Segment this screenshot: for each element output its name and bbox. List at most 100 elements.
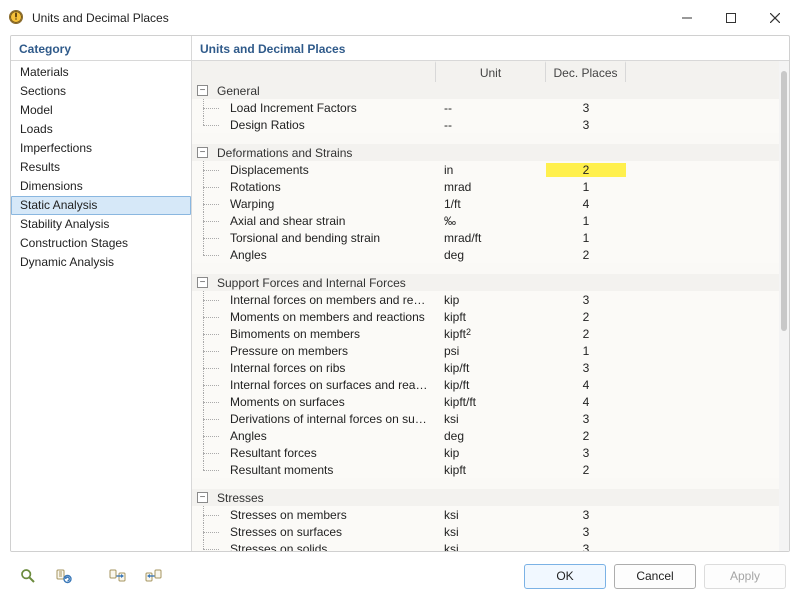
setting-row[interactable]: Stresses on surfacesksi3 (192, 523, 789, 540)
setting-unit[interactable]: kip/ft (436, 361, 546, 375)
category-item[interactable]: Model (11, 101, 191, 120)
setting-dec-places[interactable]: 1 (546, 344, 626, 358)
category-item[interactable]: Materials (11, 63, 191, 82)
group-header[interactable]: −Support Forces and Internal Forces (192, 274, 789, 291)
setting-dec-places[interactable]: 1 (546, 231, 626, 245)
setting-dec-places[interactable]: 3 (546, 361, 626, 375)
search-icon[interactable] (14, 563, 42, 589)
maximize-button[interactable] (716, 4, 746, 32)
group-header[interactable]: −Stresses (192, 489, 789, 506)
setting-unit[interactable]: deg (436, 429, 546, 443)
category-item[interactable]: Stability Analysis (11, 215, 191, 234)
setting-row[interactable]: Moments on surfaceskipft/ft4 (192, 393, 789, 410)
setting-row[interactable]: Torsional and bending strainmrad/ft1 (192, 229, 789, 246)
minimize-button[interactable] (672, 4, 702, 32)
group-header[interactable]: −Deformations and Strains (192, 144, 789, 161)
setting-dec-places[interactable]: 3 (546, 446, 626, 460)
setting-row[interactable]: Design Ratios--3 (192, 116, 789, 133)
setting-row[interactable]: Pressure on memberspsi1 (192, 342, 789, 359)
collapse-icon[interactable]: − (197, 85, 208, 96)
setting-dec-places[interactable]: 3 (546, 293, 626, 307)
setting-dec-places[interactable]: 2 (546, 163, 626, 177)
setting-row[interactable]: Moments on members and reactionskipft2 (192, 308, 789, 325)
setting-row[interactable]: Resultant momentskipft2 (192, 461, 789, 478)
category-list[interactable]: MaterialsSectionsModelLoadsImperfections… (11, 61, 191, 551)
setting-row[interactable]: Derivations of internal forces on surf…k… (192, 410, 789, 427)
setting-unit[interactable]: ‰ (436, 214, 546, 228)
setting-row[interactable]: Stresses on solidsksi3 (192, 540, 789, 551)
setting-row[interactable]: Rotationsmrad1 (192, 178, 789, 195)
setting-dec-places[interactable]: 1 (546, 214, 626, 228)
collapse-icon[interactable]: − (197, 147, 208, 158)
setting-unit[interactable]: kipft2 (436, 327, 546, 341)
setting-dec-places[interactable]: 2 (546, 327, 626, 341)
setting-unit[interactable]: kip (436, 446, 546, 460)
setting-row[interactable]: Anglesdeg2 (192, 246, 789, 263)
vertical-scrollbar[interactable] (779, 61, 789, 551)
category-item[interactable]: Sections (11, 82, 191, 101)
setting-row[interactable]: Displacementsin2 (192, 161, 789, 178)
setting-row[interactable]: Axial and shear strain‰1 (192, 212, 789, 229)
apply-button[interactable]: Apply (704, 564, 786, 589)
collapse-icon[interactable]: − (197, 277, 208, 288)
export-settings-icon[interactable] (140, 563, 168, 589)
setting-dec-places[interactable]: 2 (546, 310, 626, 324)
setting-unit[interactable]: ksi (436, 508, 546, 522)
category-item[interactable]: Construction Stages (11, 234, 191, 253)
setting-unit[interactable]: kip (436, 293, 546, 307)
setting-dec-places[interactable]: 3 (546, 412, 626, 426)
ok-button[interactable]: OK (524, 564, 606, 589)
setting-unit[interactable]: 1/ft (436, 197, 546, 211)
setting-dec-places[interactable]: 3 (546, 101, 626, 115)
scrollbar-thumb[interactable] (781, 71, 787, 331)
category-item[interactable]: Dynamic Analysis (11, 253, 191, 272)
setting-unit[interactable]: kip/ft (436, 378, 546, 392)
category-item[interactable]: Static Analysis (11, 196, 191, 215)
setting-dec-places[interactable]: 4 (546, 395, 626, 409)
setting-dec-places[interactable]: 3 (546, 542, 626, 552)
setting-unit[interactable]: ksi (436, 412, 546, 426)
setting-row[interactable]: Warping1/ft4 (192, 195, 789, 212)
collapse-icon[interactable]: − (197, 492, 208, 503)
setting-row[interactable]: Internal forces on members and reacti…ki… (192, 291, 789, 308)
setting-dec-places[interactable]: 2 (546, 463, 626, 477)
setting-dec-places[interactable]: 3 (546, 525, 626, 539)
setting-unit[interactable]: psi (436, 344, 546, 358)
group-header[interactable]: −General (192, 82, 789, 99)
cancel-button[interactable]: Cancel (614, 564, 696, 589)
setting-dec-places[interactable]: 4 (546, 197, 626, 211)
setting-row[interactable]: Stresses on membersksi3 (192, 506, 789, 523)
setting-row[interactable]: Bimoments on memberskipft22 (192, 325, 789, 342)
setting-row[interactable]: Load Increment Factors--3 (192, 99, 789, 116)
defaults-icon[interactable] (50, 563, 78, 589)
setting-unit[interactable]: mrad (436, 180, 546, 194)
category-item[interactable]: Loads (11, 120, 191, 139)
setting-unit[interactable]: ksi (436, 542, 546, 552)
setting-dec-places[interactable]: 3 (546, 508, 626, 522)
setting-unit[interactable]: kipft/ft (436, 395, 546, 409)
setting-row[interactable]: Internal forces on ribskip/ft3 (192, 359, 789, 376)
setting-row[interactable]: Resultant forceskip3 (192, 444, 789, 461)
setting-dec-places[interactable]: 3 (546, 118, 626, 132)
setting-unit[interactable]: kipft (436, 463, 546, 477)
setting-dec-places[interactable]: 2 (546, 248, 626, 262)
setting-row[interactable]: Anglesdeg2 (192, 427, 789, 444)
setting-unit[interactable]: deg (436, 248, 546, 262)
column-header-unit[interactable]: Unit (436, 61, 546, 82)
setting-unit[interactable]: mrad/ft (436, 231, 546, 245)
setting-row[interactable]: Internal forces on surfaces and reacti…k… (192, 376, 789, 393)
setting-dec-places[interactable]: 2 (546, 429, 626, 443)
category-item[interactable]: Results (11, 158, 191, 177)
setting-unit[interactable]: ksi (436, 525, 546, 539)
setting-dec-places[interactable]: 1 (546, 180, 626, 194)
import-settings-icon[interactable] (104, 563, 132, 589)
setting-unit[interactable]: kipft (436, 310, 546, 324)
setting-unit[interactable]: -- (436, 118, 546, 132)
setting-dec-places[interactable]: 4 (546, 378, 626, 392)
category-item[interactable]: Dimensions (11, 177, 191, 196)
category-item[interactable]: Imperfections (11, 139, 191, 158)
setting-unit[interactable]: -- (436, 101, 546, 115)
close-button[interactable] (760, 4, 790, 32)
column-header-dec[interactable]: Dec. Places (546, 61, 626, 82)
setting-unit[interactable]: in (436, 163, 546, 177)
